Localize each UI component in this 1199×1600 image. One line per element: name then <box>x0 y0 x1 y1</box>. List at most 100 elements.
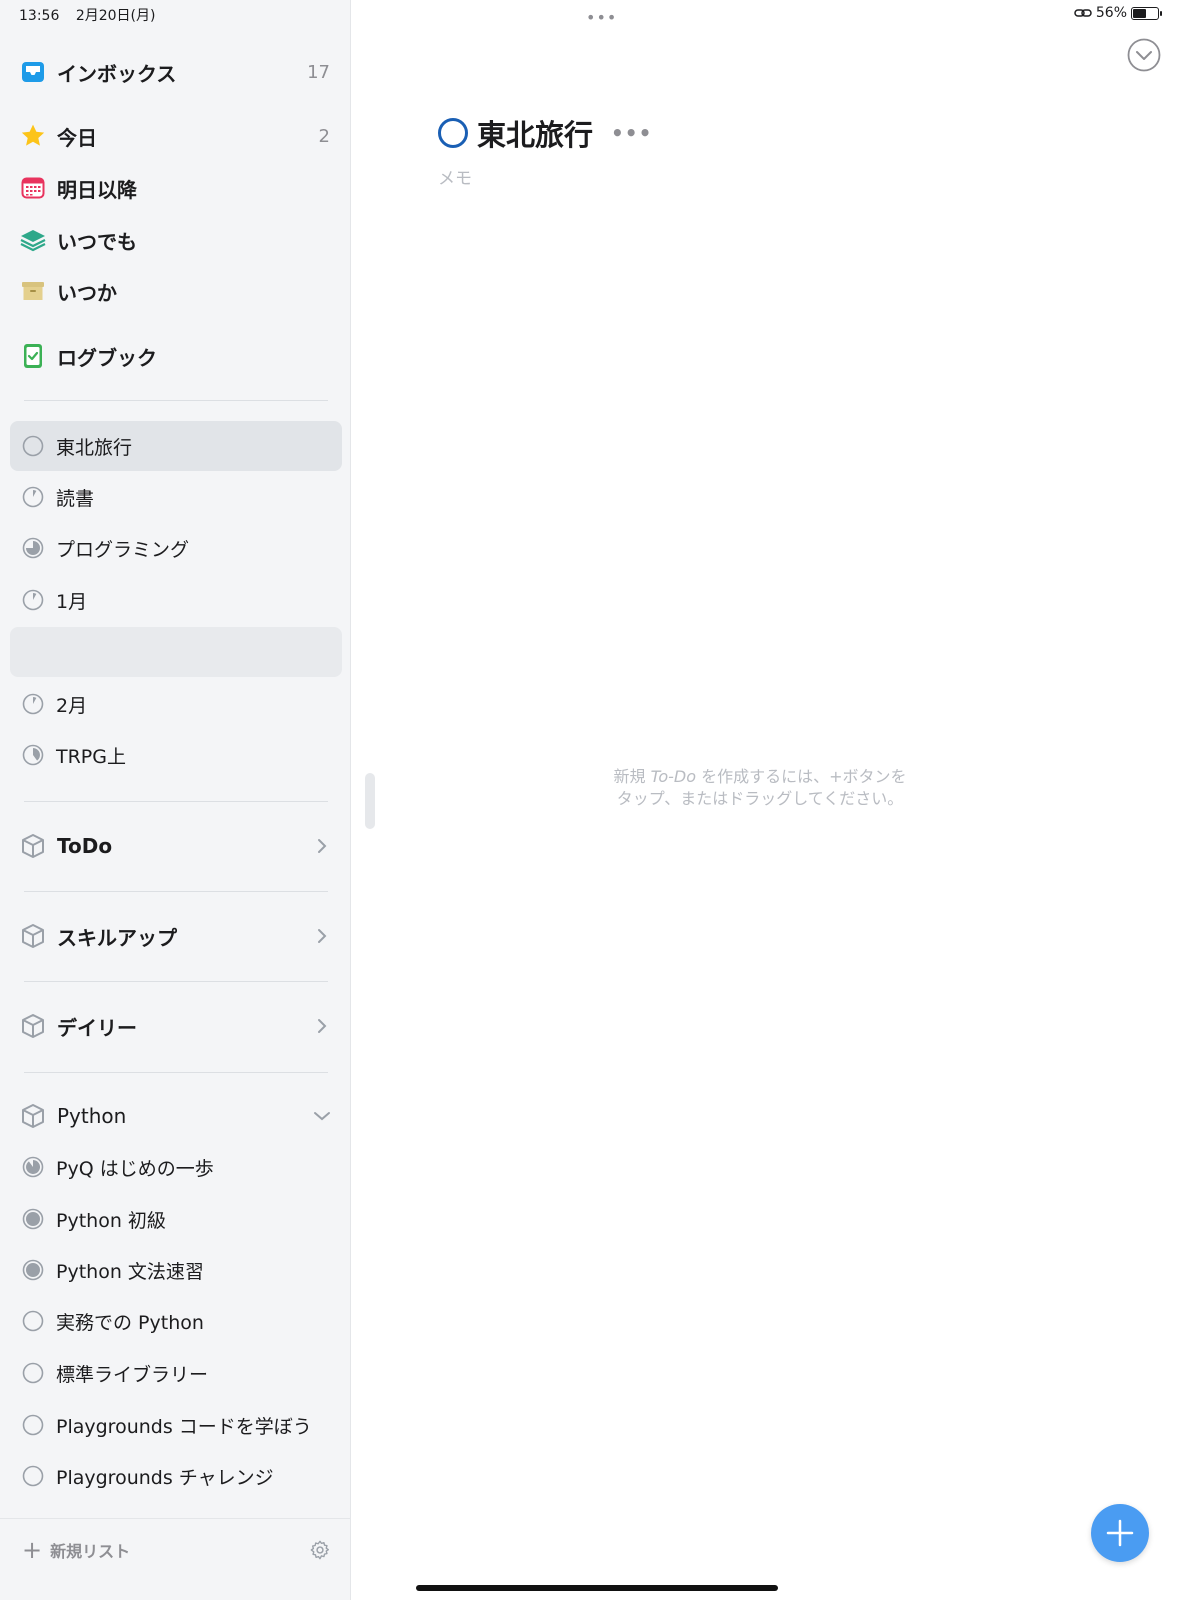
project-label: TRPG上 <box>56 745 126 768</box>
gear-icon[interactable] <box>309 1539 331 1561</box>
empty-state-hint: 新規 To-Do を作成するには、+ボタンをタップ、またはドラッグしてください。 <box>610 766 910 810</box>
notes-field[interactable]: メモ <box>438 164 472 189</box>
battery-percent: 56% <box>1095 5 1127 21</box>
area-cube-icon <box>22 834 44 858</box>
project-item[interactable]: 読書 <box>10 472 342 522</box>
home-indicator[interactable] <box>416 1585 778 1591</box>
progress-circle-icon <box>22 537 44 559</box>
new-list-button[interactable]: + 新規リスト <box>22 1536 130 1564</box>
progress-circle-icon <box>22 435 44 457</box>
status-time: 13:56 <box>19 8 60 24</box>
plus-icon <box>1106 1519 1134 1547</box>
project-item[interactable]: 2月 <box>10 679 342 729</box>
chevron-down-icon[interactable] <box>312 1106 332 1126</box>
new-list-label: 新規リスト <box>50 1542 131 1561</box>
progress-circle-icon <box>22 744 44 766</box>
sidebar: 13:56 2月20日(月) インボックス 17 今日 2 明日以降 いつでも <box>0 0 351 1600</box>
project-item[interactable]: PyQ はじめの一歩 <box>10 1142 342 1192</box>
project-item[interactable]: 1月 <box>10 575 342 625</box>
add-todo-button[interactable] <box>1091 1504 1149 1562</box>
area-item-skillup[interactable]: スキルアップ <box>20 914 332 958</box>
area-label: デイリー <box>57 1015 137 1040</box>
area-cube-icon <box>22 1104 44 1128</box>
chevron-right-icon[interactable] <box>312 1016 332 1036</box>
sidebar-item-logbook[interactable]: ログブック <box>20 336 330 376</box>
chevron-right-icon[interactable] <box>312 836 332 856</box>
more-options-button[interactable]: ••• <box>611 121 652 145</box>
project-label: Python 文法速習 <box>56 1260 204 1283</box>
project-item[interactable]: Python 初級 <box>10 1194 342 1244</box>
main-pane: ••• 56% 東北旅行 ••• メモ 新規 To-Do を作成するには、+ボタ… <box>352 0 1199 1600</box>
project-label: Playgrounds コードを学ぼう <box>56 1415 312 1438</box>
project-label: 2月 <box>56 694 88 717</box>
battery-icon <box>1131 6 1162 20</box>
project-progress-circle[interactable] <box>438 118 468 148</box>
area-item-todo[interactable]: ToDo <box>20 824 332 868</box>
project-item[interactable]: Playgrounds チャレンジ <box>10 1451 342 1501</box>
sidebar-footer: + 新規リスト <box>0 1518 351 1600</box>
sidebar-item-label: インボックス <box>57 61 177 86</box>
sidebar-item-label: ログブック <box>57 345 157 370</box>
project-item-placeholder[interactable] <box>10 627 342 677</box>
progress-circle-icon <box>22 1208 44 1230</box>
sidebar-item-label: 今日 <box>57 125 97 150</box>
project-label: PyQ はじめの一歩 <box>56 1157 214 1180</box>
sidebar-item-inbox[interactable]: インボックス 17 <box>20 52 330 92</box>
project-label: プログラミング <box>56 538 190 561</box>
progress-circle-icon <box>22 589 44 611</box>
progress-circle-icon <box>22 1362 44 1384</box>
project-item[interactable]: TRPG上 <box>10 730 342 780</box>
progress-circle-icon <box>22 486 44 508</box>
divider <box>24 400 328 401</box>
sidebar-item-label: いつでも <box>57 229 137 254</box>
project-label: 読書 <box>56 487 95 510</box>
divider <box>24 1072 328 1073</box>
split-view-handle[interactable] <box>365 773 375 829</box>
project-header: 東北旅行 ••• <box>438 112 652 154</box>
chevron-right-icon[interactable] <box>312 926 332 946</box>
progress-circle-icon <box>22 693 44 715</box>
area-item-daily[interactable]: デイリー <box>20 1004 332 1048</box>
multitasking-dots[interactable]: ••• <box>586 8 617 27</box>
today-count: 2 <box>318 125 330 147</box>
archive-box-icon <box>20 278 46 304</box>
sidebar-item-today[interactable]: 今日 2 <box>20 116 330 156</box>
status-date: 2月20日(月) <box>75 8 156 24</box>
area-label: ToDo <box>57 834 113 858</box>
project-label: 1月 <box>56 590 88 613</box>
calendar-icon <box>20 175 46 201</box>
progress-circle-icon <box>22 1414 44 1436</box>
project-item[interactable]: Playgrounds コードを学ぼう <box>10 1400 342 1450</box>
status-bar-left: 13:56 2月20日(月) <box>19 5 167 25</box>
page-title[interactable]: 東北旅行 <box>477 112 593 154</box>
area-item-python[interactable]: Python <box>20 1094 332 1138</box>
area-label: Python <box>57 1104 127 1128</box>
divider <box>24 801 328 802</box>
area-cube-icon <box>22 924 44 948</box>
project-item[interactable]: 標準ライブラリー <box>10 1348 342 1398</box>
sidebar-item-label: いつか <box>57 280 117 305</box>
divider <box>24 891 328 892</box>
progress-circle-icon <box>22 1465 44 1487</box>
progress-circle-icon <box>22 1310 44 1332</box>
project-item[interactable]: 東北旅行 <box>10 421 342 471</box>
progress-circle-icon <box>22 1259 44 1281</box>
inbox-count: 17 <box>307 61 330 83</box>
area-label: スキルアップ <box>57 925 177 950</box>
chevron-down-circle-icon[interactable] <box>1127 38 1161 72</box>
progress-circle-icon <box>22 1156 44 1178</box>
project-item[interactable]: プログラミング <box>10 523 342 573</box>
project-label: 実務での Python <box>56 1311 204 1334</box>
sidebar-item-upcoming[interactable]: 明日以降 <box>20 168 330 208</box>
star-icon <box>20 123 46 149</box>
project-item[interactable]: 実務での Python <box>10 1296 342 1346</box>
plus-icon: + <box>22 1536 43 1564</box>
divider <box>24 981 328 982</box>
project-label: 標準ライブラリー <box>56 1363 209 1386</box>
project-item[interactable]: Python 文法速習 <box>10 1245 342 1295</box>
sidebar-item-label: 明日以降 <box>57 177 137 202</box>
sidebar-item-someday[interactable]: いつか <box>20 271 330 311</box>
project-label: Python 初級 <box>56 1209 166 1232</box>
logbook-icon <box>20 343 46 369</box>
sidebar-item-anytime[interactable]: いつでも <box>20 220 330 260</box>
